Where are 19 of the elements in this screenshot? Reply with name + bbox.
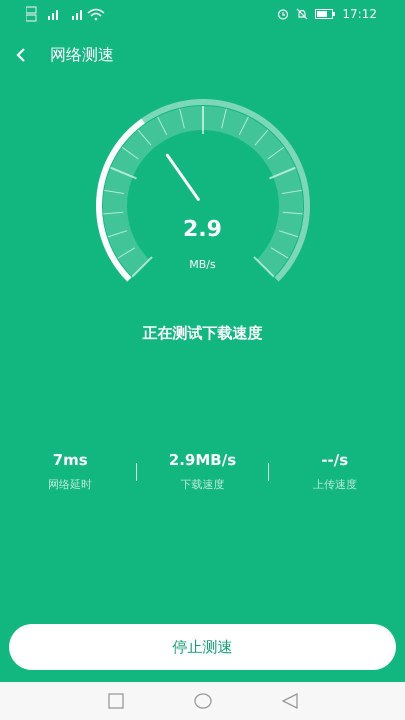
stat-value: --/s <box>321 451 348 469</box>
bell-muted-icon <box>296 8 308 20</box>
home-icon[interactable] <box>194 693 212 709</box>
battery-icon <box>315 9 336 19</box>
stat-value: 2.9MB/s <box>168 451 236 469</box>
page-title: 网络测速 <box>50 44 114 66</box>
alarm-icon <box>277 8 290 20</box>
speed-reading: 2.9 <box>183 217 222 242</box>
status-time: 17:12 <box>342 7 377 21</box>
back-icon[interactable] <box>16 48 26 62</box>
stat-label: 上传速度 <box>312 477 357 492</box>
stat-label: 网络延时 <box>48 477 92 492</box>
recent-apps-icon[interactable] <box>108 693 124 709</box>
stop-test-button[interactable]: 停止测速 <box>9 624 396 670</box>
test-status: 正在测试下载速度 <box>142 324 264 343</box>
speed-unit: MB/s <box>189 258 216 271</box>
stat-value: 7ms <box>52 451 88 469</box>
stat-label: 下载速度 <box>180 477 224 492</box>
back-nav-icon[interactable] <box>282 693 298 709</box>
